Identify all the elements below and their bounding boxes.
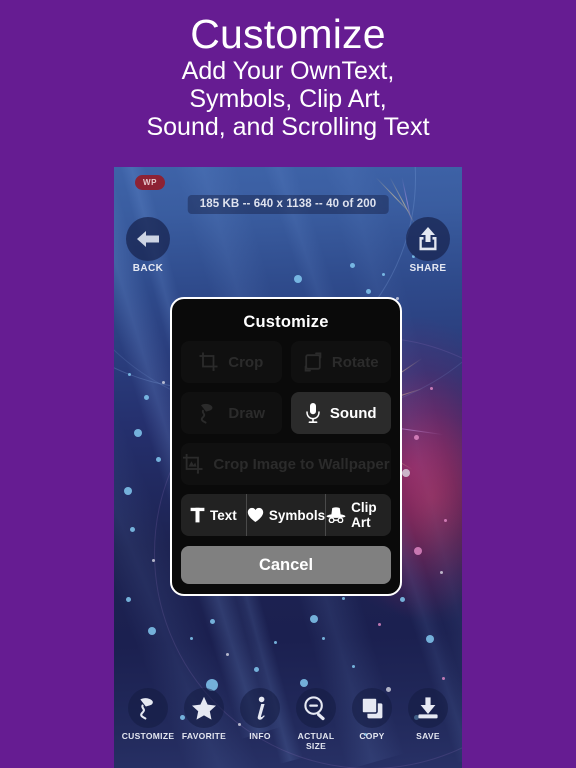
microphone-icon [305,402,321,424]
rotate-button-label: Rotate [331,353,379,371]
crop-image-to-wallpaper-label: Crop Image to Wallpaper [213,455,390,473]
clip-art-disguise-icon [326,507,346,523]
rotate-icon [303,352,323,372]
toolbar-item-actual-size-label: ACTUAL SIZE [297,731,335,751]
info-icon [240,688,280,728]
promo-subtitle-line-1: Add Your OwnText, [181,57,395,85]
sound-button[interactable]: Sound [290,392,391,434]
crop-icon [199,352,219,372]
toolbar-item-copy-label: COPY [359,731,385,741]
crop-image-to-wallpaper-button[interactable]: Crop Image to Wallpaper [181,443,391,485]
crop-button[interactable]: Crop [181,341,282,383]
toolbar-item-customize[interactable]: CUSTOMIZE [122,688,174,741]
crop-button-label: Crop [228,353,264,371]
text-t-icon [190,507,205,523]
sound-button-label: Sound [329,404,377,422]
draw-icon [197,402,219,424]
crop-wallpaper-icon [182,453,204,475]
page-title: Customize [190,11,386,57]
draw-button[interactable]: Draw [181,392,282,434]
download-icon [408,688,448,728]
arrow-left-icon [135,228,161,250]
dialog-row-3: Crop Image to Wallpaper [181,443,391,485]
zoom-out-icon [296,688,336,728]
toolbar-item-info[interactable]: INFO [234,688,286,741]
promo-subtitle-line-2: Symbols, Clip Art, [189,85,387,113]
star-icon [184,688,224,728]
device-screen: WP 185 KB -- 640 x 1138 -- 40 of 200 BAC… [114,167,462,768]
toolbar-item-customize-label: CUSTOMIZE [121,731,175,741]
text-button[interactable]: Text [181,494,246,536]
symbols-button-label: Symbols [268,507,326,523]
bottom-toolbar: CUSTOMIZE FAVORITE INFO ACTUAL SIZE COPY… [114,688,462,762]
app-root: Customize Add Your OwnText, Symbols, Cli… [0,0,576,768]
toolbar-item-actual-size[interactable]: ACTUAL SIZE [290,688,342,751]
toolbar-item-favorite[interactable]: FAVORITE [178,688,230,741]
draw-button-label: Draw [228,404,266,422]
dialog-row-1: Crop Rotate [181,341,391,383]
text-button-label: Text [210,507,237,523]
toolbar-item-save-label: SAVE [416,731,440,741]
share-button-label: SHARE [409,263,447,274]
dialog-title: Customize [243,313,329,331]
share-icon [416,226,440,252]
toolbar-item-copy[interactable]: COPY [346,688,398,741]
promo-headline: Customize Add Your OwnText, Symbols, Cli… [0,0,576,168]
toolbar-item-favorite-label: FAVORITE [181,731,227,741]
clip-art-button[interactable]: Clip Art [325,494,391,536]
customize-dialog: Customize Crop Rotate Draw Sound Crop Im… [170,297,402,596]
rotate-button[interactable]: Rotate [290,341,391,383]
cancel-button[interactable]: Cancel [181,546,391,584]
symbols-button[interactable]: Symbols [245,494,326,536]
wp-badge: WP [135,175,165,190]
back-button[interactable] [126,217,170,261]
dialog-row-2: Draw Sound [181,392,391,434]
draw-icon [128,688,168,728]
dialog-segmented-row: Text Symbols Clip Art [181,494,391,536]
image-info-bar: 185 KB -- 640 x 1138 -- 40 of 200 [187,195,389,214]
share-button[interactable] [406,217,450,261]
heart-icon [247,507,264,523]
toolbar-item-save[interactable]: SAVE [402,688,454,741]
back-button-label: BACK [132,263,164,274]
promo-subtitle: Add Your OwnText, Symbols, Clip Art, Sou… [0,57,576,141]
toolbar-item-info-label: INFO [249,731,271,741]
promo-subtitle-line-3: Sound, and Scrolling Text [146,113,430,141]
copy-icon [352,688,392,728]
clip-art-button-label: Clip Art [351,500,377,530]
